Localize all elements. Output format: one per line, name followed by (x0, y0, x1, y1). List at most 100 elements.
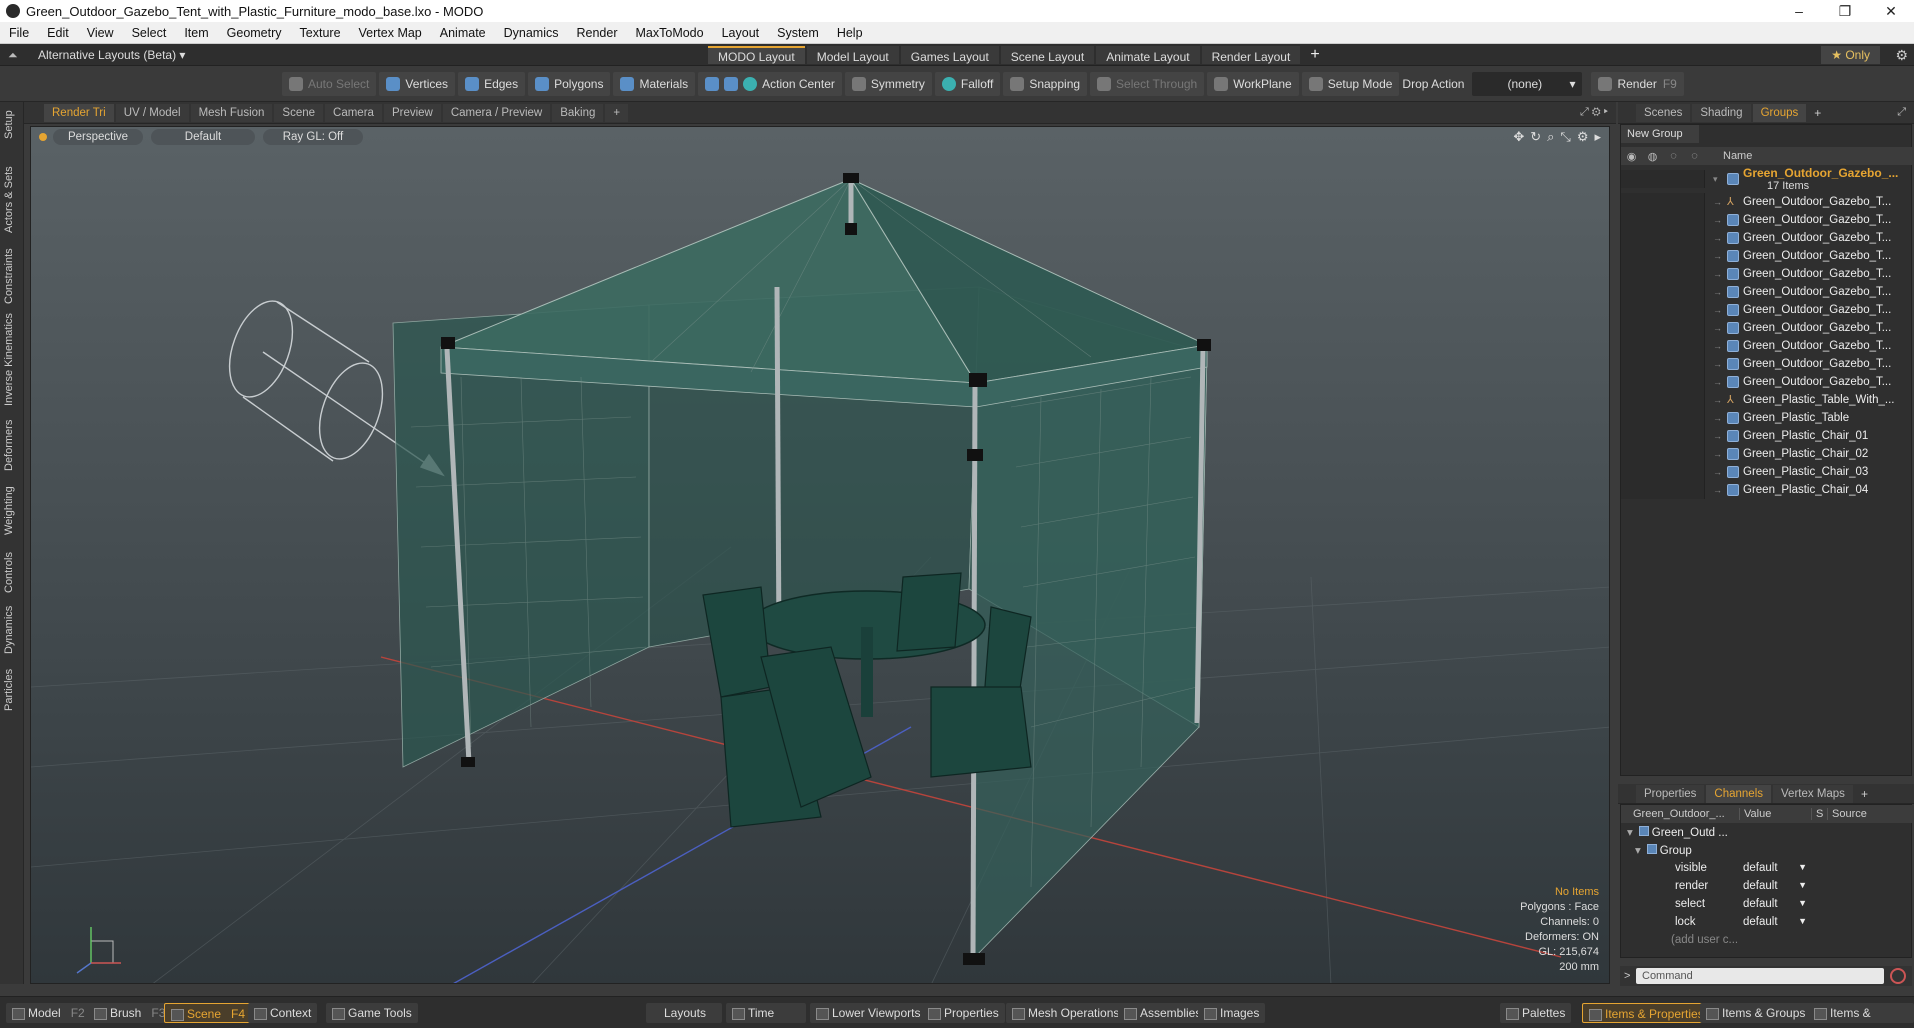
tab-scene-layout[interactable]: Scene Layout (1000, 46, 1095, 64)
auto-select-button[interactable]: Auto Select (282, 71, 377, 96)
polygons-button[interactable]: Polygons (528, 71, 611, 96)
time-button[interactable]: Time (726, 1003, 806, 1023)
mesh-operations-button[interactable]: Mesh Operations (1006, 1003, 1126, 1023)
channel-root-row[interactable]: ▾ Green_Outd ... (1621, 823, 1913, 841)
vertices-button[interactable]: Vertices (379, 71, 456, 96)
layout-toggle-icon[interactable]: ⏶ (8, 48, 22, 62)
channel-group-row[interactable]: ▾ Group (1621, 841, 1913, 859)
record-macro-icon[interactable] (1890, 968, 1906, 984)
pan-icon[interactable]: ✥ (1513, 129, 1524, 145)
tab-render-layout[interactable]: Render Layout (1201, 46, 1301, 64)
channel-value-header[interactable]: Value (1739, 808, 1811, 820)
name-column-header[interactable]: Name (1723, 150, 1752, 162)
list-item[interactable]: → Green_Outdoor_Gazebo_T... (1621, 229, 1913, 247)
group-root-row[interactable]: ▾ Green_Outdoor_Gazebo_... 17 Items (1621, 165, 1913, 193)
list-item[interactable]: → ⅄ Green_Outdoor_Gazebo_T... (1621, 193, 1913, 211)
3d-viewport[interactable]: Perspective Default Ray GL: Off ✥ ↻ ⌕ ⤡ … (30, 126, 1610, 984)
vtab-inverse-kinematics[interactable]: Inverse Kinematics (3, 310, 21, 410)
tab-scene[interactable]: Scene (274, 103, 324, 122)
alternative-layouts-dropdown[interactable]: Alternative Layouts (Beta) ▾ (38, 48, 185, 62)
tab-animate-layout[interactable]: Animate Layout (1096, 46, 1200, 64)
channel-value-select[interactable]: default ▼ (1739, 862, 1811, 874)
tab-render-tri[interactable]: Render Tri (44, 103, 114, 122)
lock-column-icon[interactable]: ◌ (1663, 150, 1684, 162)
channel-row[interactable]: lock default ▼ (1621, 913, 1913, 931)
render-button[interactable]: Render F9 (1591, 71, 1684, 96)
channel-source-header[interactable]: Source (1827, 808, 1867, 820)
viewport-options-icon[interactable]: ⤢ ⚙ ▸ (1580, 106, 1608, 119)
menu-maxtomodo[interactable]: MaxToModo (627, 26, 713, 40)
tab-preview[interactable]: Preview (383, 103, 441, 122)
select-through-button[interactable]: Select Through (1090, 71, 1205, 96)
vtab-deformers[interactable]: Deformers (3, 414, 21, 476)
tab-uv-model[interactable]: UV / Model (115, 103, 189, 122)
items-shading-button[interactable]: Items & Shading (1808, 1003, 1914, 1028)
game-tools-button[interactable]: Game Tools (326, 1003, 418, 1023)
list-item[interactable]: → Green_Outdoor_Gazebo_T... (1621, 337, 1913, 355)
scene-button[interactable]: Scene F4 (164, 1003, 253, 1023)
materials-button[interactable]: Materials (613, 71, 696, 96)
command-input[interactable]: Command (1636, 968, 1884, 984)
channel-row[interactable]: select default ▼ (1621, 895, 1913, 913)
setup-mode-button[interactable]: Setup Mode (1301, 71, 1400, 96)
tab-camera-preview[interactable]: Camera / Preview (442, 103, 551, 122)
menu-item[interactable]: Item (175, 26, 217, 40)
vtab-controls[interactable]: Controls (3, 546, 21, 600)
list-item[interactable]: → Green_Outdoor_Gazebo_T... (1621, 301, 1913, 319)
menu-select[interactable]: Select (123, 26, 176, 40)
minimize-button[interactable]: – (1776, 0, 1822, 22)
add-panel-tab-button[interactable]: + (1808, 106, 1821, 120)
symmetry-button[interactable]: Symmetry (844, 71, 932, 96)
list-item[interactable]: → Green_Plastic_Chair_01 (1621, 427, 1913, 445)
tab-properties[interactable]: Properties (1636, 784, 1705, 803)
tab-model-layout[interactable]: Model Layout (806, 46, 899, 64)
menu-help[interactable]: Help (828, 26, 872, 40)
channel-row[interactable]: render default ▼ (1621, 877, 1913, 895)
tab-shading[interactable]: Shading (1692, 103, 1751, 122)
assemblies-button[interactable]: Assemblies (1118, 1003, 1208, 1023)
layouts-button[interactable]: Layouts (646, 1003, 722, 1023)
list-item[interactable]: → Green_Outdoor_Gazebo_T... (1621, 355, 1913, 373)
new-group-button[interactable]: New Group (1621, 125, 1699, 143)
properties-button[interactable]: Properties (922, 1003, 1005, 1023)
context-button[interactable]: Context (248, 1003, 318, 1023)
drop-action-select[interactable]: (none) ▾ (1472, 71, 1583, 96)
rotate-icon[interactable]: ↻ (1530, 129, 1541, 145)
channel-value-select[interactable]: default ▼ (1739, 916, 1811, 928)
viewport-gear-icon[interactable]: ⚙ (1577, 129, 1589, 145)
list-item[interactable]: → Green_Outdoor_Gazebo_T... (1621, 211, 1913, 229)
fit-icon[interactable]: ⤡ (1560, 129, 1570, 145)
vtab-weighting[interactable]: Weighting (3, 480, 21, 542)
tab-modo-layout[interactable]: MODO Layout (708, 46, 805, 64)
list-item[interactable]: → Green_Plastic_Chair_02 (1621, 445, 1913, 463)
menu-view[interactable]: View (78, 26, 123, 40)
shading-default-button[interactable]: Default (151, 129, 255, 145)
expand-arrow-icon[interactable]: ▾ (1705, 174, 1727, 185)
tab-channels[interactable]: Channels (1706, 784, 1772, 803)
expand-arrow-icon[interactable]: ▾ (1635, 845, 1647, 857)
vtab-constraints[interactable]: Constraints (3, 242, 21, 310)
add-viewport-tab-button[interactable]: + (605, 103, 629, 122)
images-button[interactable]: Images (1198, 1003, 1266, 1023)
tab-vertex-maps[interactable]: Vertex Maps (1773, 784, 1853, 803)
add-lower-tab-button[interactable]: + (1855, 787, 1868, 801)
only-toggle[interactable]: ★ Only (1821, 46, 1880, 64)
action-center-button[interactable]: Action Center (698, 71, 842, 96)
list-item[interactable]: → Green_Outdoor_Gazebo_T... (1621, 319, 1913, 337)
falloff-button[interactable]: Falloff (934, 71, 1001, 96)
menu-system[interactable]: System (768, 26, 828, 40)
menu-render[interactable]: Render (568, 26, 627, 40)
items-properties-button[interactable]: Items & Properties (1582, 1003, 1711, 1023)
list-item[interactable]: → Green_Plastic_Chair_04 (1621, 481, 1913, 499)
maximize-panel-icon[interactable]: ⤢ (1897, 106, 1906, 119)
menu-animate[interactable]: Animate (431, 26, 495, 40)
tab-groups[interactable]: Groups (1752, 103, 1807, 122)
snapping-button[interactable]: Snapping (1003, 71, 1088, 96)
channel-row[interactable]: visible default ▼ (1621, 859, 1913, 877)
list-item[interactable]: → Green_Outdoor_Gazebo_T... (1621, 265, 1913, 283)
vtab-dynamics[interactable]: Dynamics (3, 602, 21, 658)
channel-name-header[interactable]: Green_Outdoor_... (1621, 808, 1739, 820)
tab-mesh-fusion[interactable]: Mesh Fusion (190, 103, 273, 122)
close-button[interactable]: ✕ (1868, 0, 1914, 22)
raygl-toggle[interactable]: Ray GL: Off (263, 129, 363, 145)
